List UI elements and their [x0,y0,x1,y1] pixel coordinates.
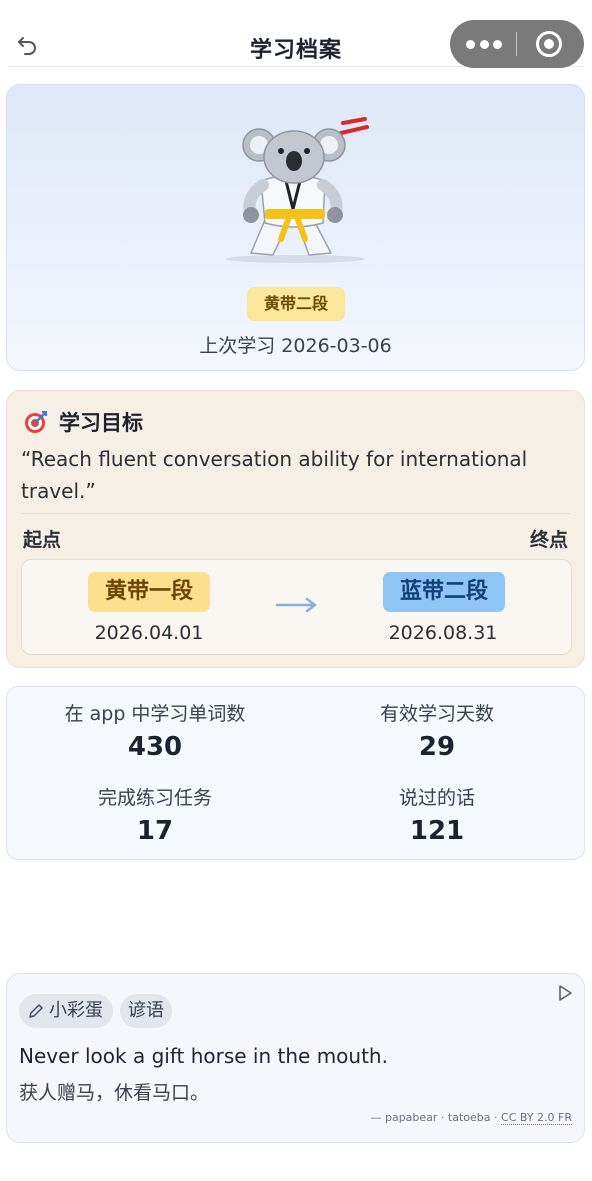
goal-heading: 学习目标 [59,411,143,435]
target-date: 2026.08.31 [388,622,498,644]
mini-program-capsule [450,20,584,68]
play-icon[interactable] [556,984,574,1002]
goal-divider [21,513,570,514]
attribution-source: — papabear · tatoeba · [370,1111,498,1124]
pencil-icon [29,1004,43,1018]
koala-mascot-image [225,117,369,263]
stat-label: 在 app 中学习单词数 [64,703,246,725]
easter-egg-chip-label: 小彩蛋 [49,1000,103,1021]
start-date: 2026.04.01 [94,622,204,644]
close-target-icon[interactable] [536,31,562,57]
proverb-english: Never look a gift horse in the mouth. [19,1044,388,1068]
proverb-chip[interactable]: 谚语 [120,994,172,1028]
target-belt-badge: 蓝带二段 [383,572,505,612]
target-icon [25,411,47,433]
stat-sentences: 说过的话 121 [297,785,577,849]
capsule-divider [516,32,517,56]
easter-egg-chip[interactable]: 小彩蛋 [19,994,113,1028]
profile-card: 黄带二段 上次学习 2026-03-06 [6,84,585,371]
attribution: — papabear · tatoeba · CC BY 2.0 FR [370,1111,572,1125]
stat-value: 121 [409,816,465,846]
easter-egg-card: 小彩蛋 谚语 Never look a gift horse in the mo… [6,973,585,1143]
end-label: 终点 [529,529,568,551]
stat-label: 完成练习任务 [97,787,212,809]
stat-value: 17 [136,816,174,846]
arrow-right-icon [275,597,317,613]
stat-tasks: 完成练习任务 17 [15,785,295,849]
license-link[interactable]: CC BY 2.0 FR [501,1111,572,1125]
stat-label: 有效学习天数 [379,703,494,725]
goal-path-box: 黄带一段 2026.04.01 蓝带二段 2026.08.31 [21,559,572,655]
more-icon[interactable] [466,34,502,54]
start-belt-badge: 黄带一段 [88,572,210,612]
rank-badge: 黄带二段 [247,287,345,321]
start-label: 起点 [23,529,62,551]
learning-goal-card: 学习目标 “Reach fluent conversation ability … [6,390,585,668]
stat-words: 在 app 中学习单词数 430 [15,701,295,765]
proverb-chinese: 获人赠马，休看马口。 [19,1082,210,1104]
stats-card: 在 app 中学习单词数 430 有效学习天数 29 完成练习任务 17 说过的… [6,686,585,860]
last-study-date: 上次学习 2026-03-06 [199,335,392,357]
goal-quote: “Reach fluent conversation ability for i… [21,447,528,503]
stat-value: 430 [127,732,183,762]
stat-value: 29 [418,732,456,762]
stat-days: 有效学习天数 29 [297,701,577,765]
stat-label: 说过的话 [398,787,475,809]
